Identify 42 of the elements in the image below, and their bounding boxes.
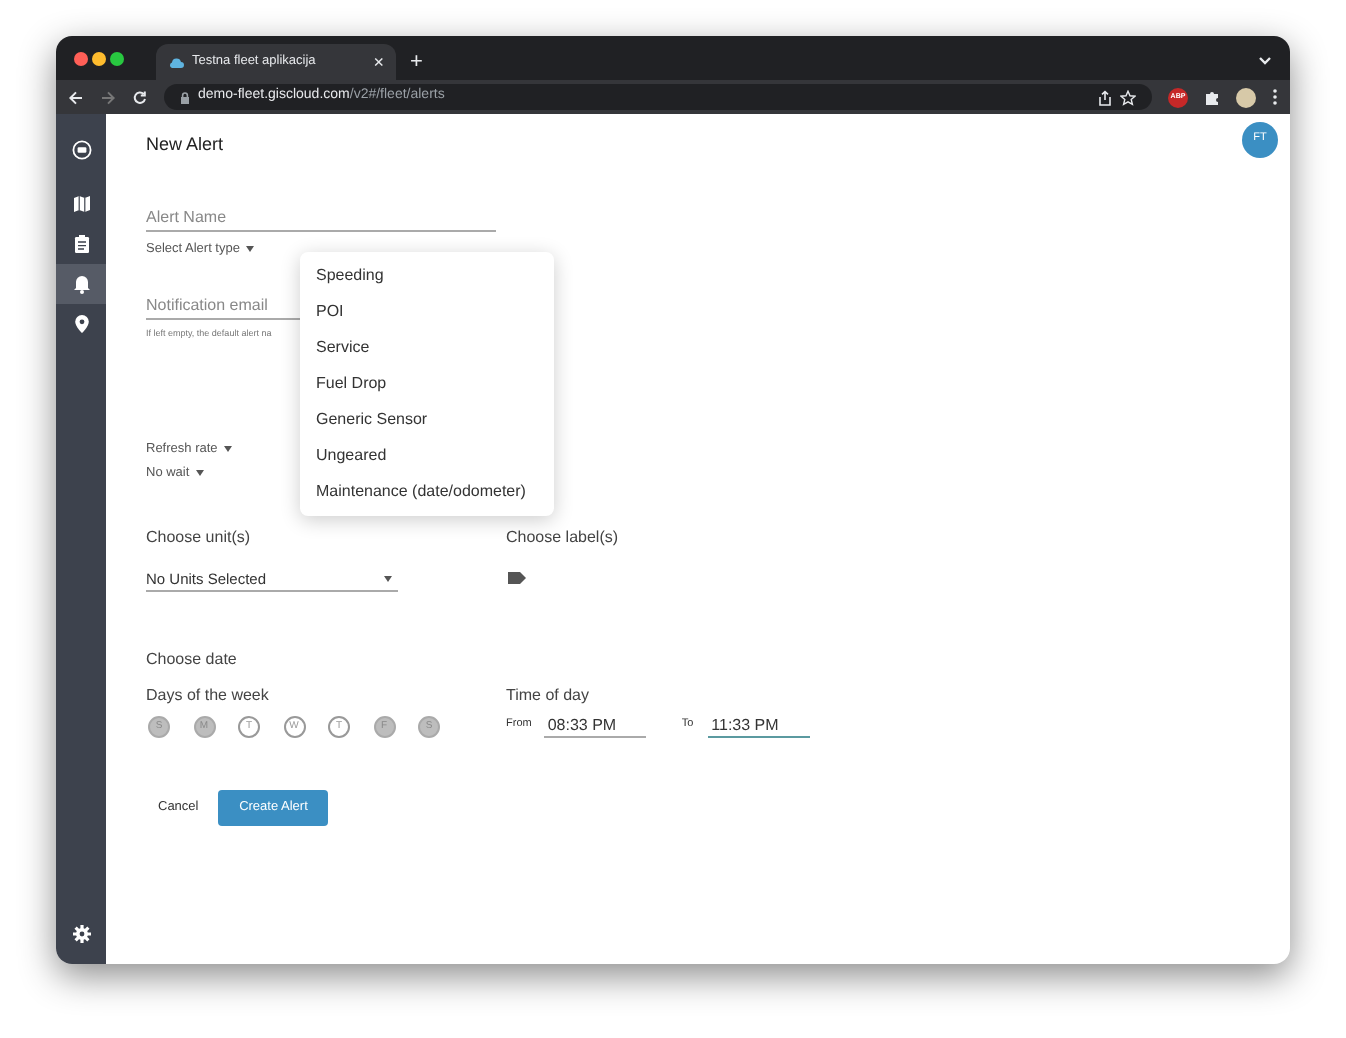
days-label: Days of the week	[146, 686, 271, 706]
menu-item[interactable]: Service	[300, 330, 554, 366]
more-menu-icon[interactable]	[1272, 88, 1278, 106]
menu-item[interactable]: Generic Sensor	[300, 402, 554, 438]
cloud-icon	[168, 56, 184, 68]
labels-label: Choose label(s)	[506, 528, 619, 548]
caret-icon	[195, 470, 204, 476]
forward-icon[interactable]	[100, 89, 116, 105]
maximize-window-icon[interactable]	[110, 52, 124, 66]
menu-item[interactable]: Ungeared	[300, 438, 554, 474]
clipboard-icon	[71, 234, 91, 254]
alert-name-field[interactable]: Alert Name	[146, 204, 496, 232]
to-time-field[interactable]: 11:33 PM	[707, 712, 810, 738]
close-tab-button[interactable]: ×	[373, 53, 384, 71]
share-icon[interactable]	[1098, 89, 1112, 105]
puzzle-icon[interactable]	[1204, 89, 1220, 105]
menu-item[interactable]: Maintenance (date/odometer)	[300, 474, 554, 510]
caret-icon	[223, 446, 232, 452]
menu-item[interactable]: Fuel Drop	[300, 366, 554, 402]
caret-icon	[384, 576, 392, 582]
new-tab-button[interactable]: +	[410, 52, 423, 74]
location-pin-icon	[71, 314, 91, 334]
reload-icon[interactable]	[132, 89, 148, 105]
page-title: New Alert	[146, 134, 224, 156]
close-window-icon[interactable]	[74, 52, 88, 66]
chevron-down-icon[interactable]	[1258, 56, 1272, 66]
section-heading: Choose date	[146, 650, 239, 670]
caret-icon	[245, 246, 254, 252]
star-icon[interactable]	[1120, 89, 1136, 105]
minimize-window-icon[interactable]	[92, 52, 106, 66]
from-time-field[interactable]: 08:33 PM	[543, 712, 646, 738]
units-label: Choose unit(s)	[146, 528, 253, 548]
tag-icon[interactable]	[508, 572, 526, 584]
settings-icon	[71, 924, 91, 944]
back-icon[interactable]	[68, 89, 84, 105]
menu-item[interactable]: Speeding	[300, 258, 554, 294]
sidebar-item[interactable]	[56, 264, 106, 304]
map-icon	[71, 194, 91, 214]
profile-avatar[interactable]	[1236, 87, 1256, 107]
time-label: Time of day	[506, 686, 591, 706]
lock-icon	[180, 91, 190, 103]
bell-icon	[71, 274, 91, 294]
